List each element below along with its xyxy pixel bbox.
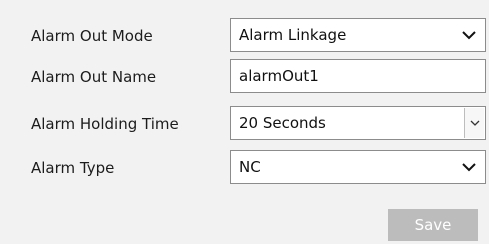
alarm-holding-time-row: Alarm Holding Time 20 Seconds bbox=[0, 106, 489, 142]
alarm-out-mode-value: Alarm Linkage bbox=[239, 26, 347, 44]
chevron-down-icon bbox=[470, 120, 479, 126]
alarm-type-label: Alarm Type bbox=[31, 159, 115, 177]
alarm-holding-time-value: 20 Seconds bbox=[239, 114, 326, 132]
alarm-out-settings-panel: Alarm Out Mode Alarm Linkage Alarm Out N… bbox=[0, 0, 489, 244]
alarm-out-name-label: Alarm Out Name bbox=[31, 68, 157, 86]
alarm-out-mode-select[interactable]: Alarm Linkage bbox=[230, 18, 486, 52]
alarm-holding-time-label: Alarm Holding Time bbox=[31, 115, 179, 133]
alarm-type-select[interactable]: NC bbox=[230, 150, 486, 184]
save-button[interactable]: Save bbox=[388, 209, 478, 241]
alarm-out-name-value: alarmOut1 bbox=[239, 67, 319, 85]
chevron-down-icon bbox=[462, 31, 476, 40]
alarm-type-value: NC bbox=[239, 158, 261, 176]
chevron-down-icon bbox=[462, 163, 476, 172]
alarm-out-mode-label: Alarm Out Mode bbox=[31, 27, 153, 45]
dropdown-button[interactable] bbox=[464, 108, 484, 138]
alarm-out-name-row: Alarm Out Name alarmOut1 bbox=[0, 59, 489, 95]
alarm-type-row: Alarm Type NC bbox=[0, 150, 489, 186]
alarm-out-mode-row: Alarm Out Mode Alarm Linkage bbox=[0, 18, 489, 54]
alarm-out-name-input[interactable]: alarmOut1 bbox=[230, 59, 486, 93]
alarm-holding-time-select[interactable]: 20 Seconds bbox=[230, 106, 486, 140]
